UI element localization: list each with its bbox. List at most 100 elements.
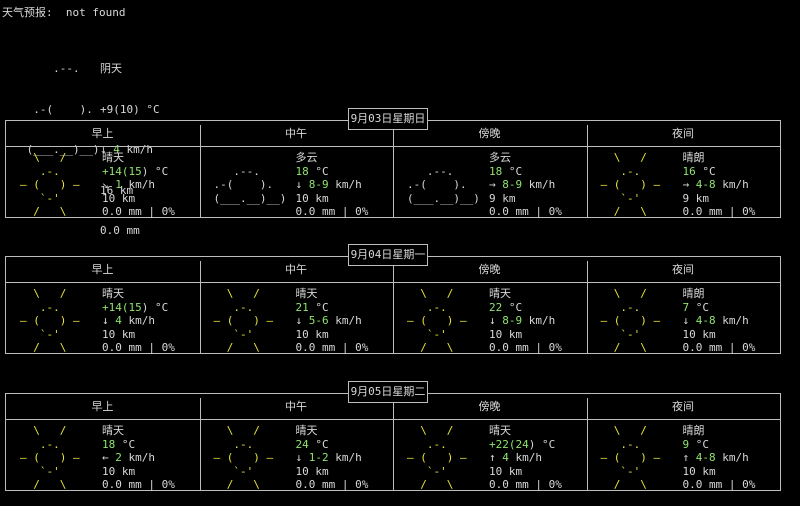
condition: 晴朗 [682,424,705,437]
temp-value: 24 [295,437,309,451]
period-header: 早上 [91,127,114,140]
period-body-row: \ / .-. ― ( ) ― `-' / \ 晴天 +14(15) °C ↓ 4 … [5,282,781,354]
wind-unit: km/h [328,451,362,464]
period-header: 夜间 [672,400,694,413]
period-cell: \ / .-. ― ( ) ― `-' / \ 晴天 +14(15) °C ↓ 4 … [6,287,199,354]
art-line: `-' [407,464,474,478]
art-line: \ / [20,424,87,437]
precipitation: 0.0 mm | 0% [489,205,562,218]
art-line: `-' [213,327,280,341]
current-condition: 阴天 [100,62,122,75]
art-line: / \ [213,478,280,491]
wind-unit: km/h [121,178,155,191]
temp-feels: 15 [128,300,142,314]
condition: 晴朗 [682,151,705,164]
temperature: 21 °C [295,300,329,314]
period-cell: \ / .-. ― ( ) ― `-' / \ 晴天 21 °C ↓ 5-6 km/… [200,287,393,354]
temp-value: 18 [489,164,503,178]
art-line [407,205,480,219]
visibility: 10 km [489,464,523,478]
art-line: \ / [213,287,280,300]
wind-unit: km/h [328,314,362,327]
art-line: .-. [20,300,87,314]
condition: 晴天 [102,424,124,437]
period-header: 早上 [91,263,114,276]
temp-unit: ) °C [528,437,556,451]
art-line: `-' [600,464,667,478]
period-cell: \ / .-. ― ( ) ― `-' / \ 晴天 24 °C ↓ 1-2 km/… [200,424,393,491]
wind-unit: km/h [121,451,155,464]
wind-unit: km/h [715,451,749,464]
temperature: 24 °C [295,437,329,451]
art-line: .-. [20,164,87,178]
period-info: 晴天 +14(15) °C ↘ 1 km/h 10 km 0.0 mm | 0% [102,151,175,219]
wind-unit: km/h [508,451,542,464]
wind: ↘ 1 km/h [102,178,175,192]
sun-icon: \ / .-. ― ( ) ― `-' / \ [20,424,86,492]
wind-value: 4-8 [695,178,716,191]
page-title: 天气预报: not found [2,6,126,19]
divider [586,125,588,147]
cloud-icon: .--. .-( ). (___.__)__) [407,151,480,219]
period-info: 晴天 24 °C ↓ 1-2 km/h 10 km 0.0 mm | 0% [296,424,369,492]
wind: ↓ 4-8 km/h [683,314,756,328]
sun-icon: \ / .-. ― ( ) ― `-' / \ [20,151,86,219]
condition: 晴天 [102,151,124,164]
temperature: +14(15) °C [102,165,175,179]
art-line: / \ [213,341,280,354]
art-line: / \ [600,478,667,491]
temp-value: +14( [102,164,129,178]
temp-value: 18 [102,437,116,451]
precipitation: 0.0 mm | 0% [682,478,756,491]
temp-value: +22( [489,437,516,451]
temperature: +14(15) °C [102,301,175,315]
condition: 晴天 [295,424,318,437]
precipitation: 0.0 mm | 0% [295,205,369,218]
art-line: ― ( ) ― [20,178,87,191]
sun-icon: \ / .-. ― ( ) ― `-' / \ [601,287,667,355]
period-info: 晴朗 7 °C ↓ 4-8 km/h 10 km 0.0 mm | 0% [683,287,756,355]
period-info: 晴天 22 °C ↓ 8-9 km/h 10 km 0.0 mm | 0% [489,287,562,355]
wind-arrow-icon: ← [102,451,109,464]
sun-icon: \ / .-. ― ( ) ― `-' / \ [214,287,280,355]
temperature: 7 °C [682,300,710,314]
wind: ↓ 1-2 km/h [296,451,369,465]
art-line: ― ( ) ― [600,178,667,191]
wind: ← 2 km/h [102,451,175,465]
wind: ↓ 8-9 km/h [296,178,369,192]
wind-value: 2 [115,451,122,464]
wind-arrow-icon: ↓ [682,314,690,327]
wind-unit: km/h [328,178,362,191]
wind-arrow-icon: ↘ [102,178,109,191]
visibility: 10 km [682,327,716,341]
wind-value: 8-9 [502,178,523,191]
condition: 多云 [295,151,318,164]
wind-unit: km/h [715,314,749,327]
temp-unit: ) °C [141,300,169,314]
temp-feels: 24 [515,437,529,451]
precipitation: 0.0 mm | 0% [682,341,756,354]
wind-arrow-icon: → [682,178,690,191]
art-line: ― ( ) ― [20,451,87,464]
art-line: / \ [20,478,87,491]
sun-icon: \ / .-. ― ( ) ― `-' / \ [407,287,473,355]
precipitation: 0.0 mm | 0% [295,341,369,354]
divider [199,398,201,420]
wind: ↓ 4 km/h [102,314,175,328]
sun-icon: \ / .-. ― ( ) ― `-' / \ [20,287,86,355]
period-info: 晴天 +22(24) °C ↑ 4 km/h 10 km 0.0 mm | 0% [489,424,562,492]
divider [586,398,588,420]
visibility: 10 km [489,327,523,341]
period-info: 晴天 18 °C ← 2 km/h 10 km 0.0 mm | 0% [102,424,175,492]
wind-arrow-icon: ↑ [489,451,496,464]
period-cell: \ / .-. ― ( ) ― `-' / \ 晴天 +22(24) °C ↑ 4 … [393,424,586,491]
precipitation: 0.0 mm | 0% [102,205,175,218]
art-line: ― ( ) ― [600,314,667,327]
art-line: `-' [20,191,87,205]
temp-feels: 15 [128,164,142,178]
divider [586,261,588,283]
art-line: / \ [600,341,667,354]
wind-value: 4-8 [695,314,716,327]
art-line: \ / [407,287,474,300]
art-line: `-' [600,327,667,341]
